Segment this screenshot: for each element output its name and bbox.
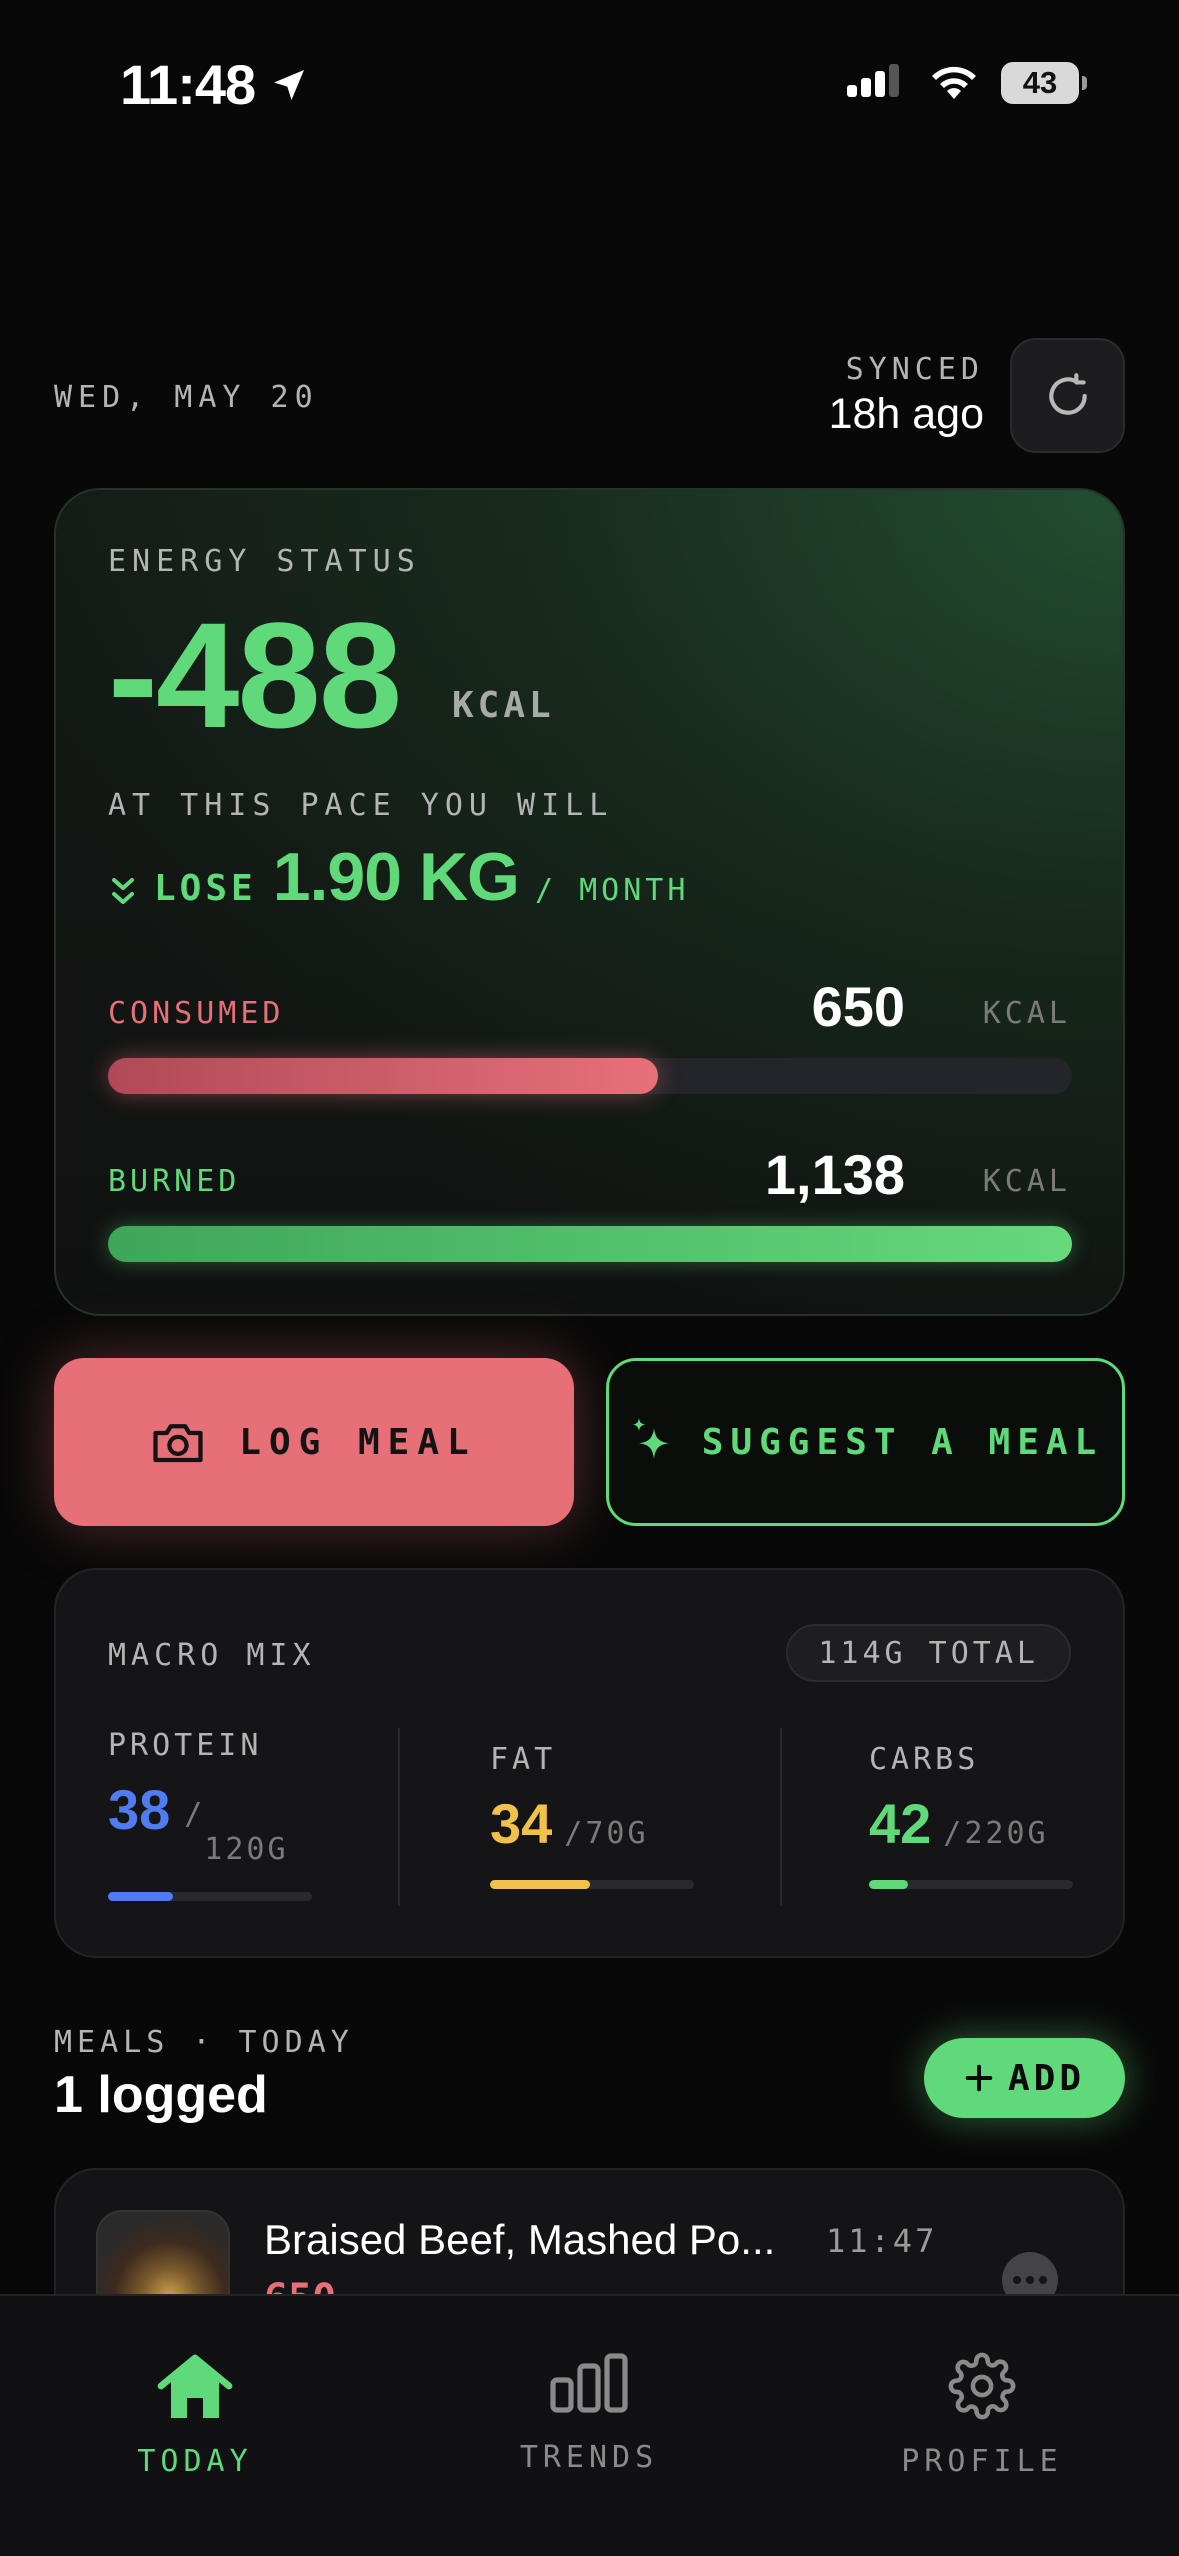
add-meal-label: ADD: [1007, 2057, 1086, 2099]
consumed-unit: KCAL: [982, 996, 1071, 1031]
fat-label: FAT: [490, 1742, 557, 1777]
energy-status-label: ENERGY STATUS: [108, 544, 421, 579]
add-meal-button[interactable]: ADD: [924, 2038, 1125, 2118]
pace-label: AT THIS PACE YOU WILL: [108, 788, 614, 823]
burned-progress-track: [108, 1226, 1072, 1262]
fat-target: /70G: [564, 1816, 649, 1851]
status-time-text: 11:48: [120, 53, 256, 116]
protein-progress-bar: [108, 1892, 174, 1901]
tab-trends[interactable]: TRENDS: [459, 2352, 719, 2475]
double-chevron-down-icon: [112, 878, 134, 904]
suggest-meal-label: SUGGEST A MEAL: [701, 1421, 1104, 1463]
suggest-meal-button[interactable]: SUGGEST A MEAL: [606, 1358, 1125, 1526]
fat-value: 34: [490, 1792, 553, 1855]
consumed-progress-track: [108, 1058, 1072, 1094]
plus-icon: [965, 2064, 993, 2092]
carbs-target: /220G: [943, 1816, 1049, 1851]
refresh-button[interactable]: [1010, 338, 1125, 453]
macro-mix-title: MACRO MIX: [108, 1638, 316, 1673]
wifi-icon: [932, 66, 976, 99]
battery-indicator: 43: [1001, 62, 1087, 104]
bar-chart-icon: [550, 2353, 628, 2413]
fat-progress-bar: [490, 1880, 590, 1889]
burned-progress-bar: [108, 1226, 1072, 1262]
protein-label: PROTEIN: [108, 1728, 263, 1763]
camera-icon: [153, 1424, 203, 1463]
pace-projection: LOSE 1.90 KG / MONTH: [108, 838, 689, 916]
meals-section-label: MEALS · TODAY: [54, 2025, 354, 2060]
pace-unit: / MONTH: [534, 873, 690, 908]
meals-count: 1 logged: [54, 2066, 268, 2124]
burned-unit: KCAL: [982, 1164, 1071, 1199]
protein-target: 120G: [204, 1832, 289, 1867]
protein-progress-track: [108, 1892, 312, 1901]
energy-value: -488: [108, 591, 402, 759]
macro-fat: FAT 34 /70G: [490, 1742, 649, 1856]
meal-name: Braised Beef, Mashed Po...: [264, 2216, 776, 2263]
status-indicators: 43: [847, 62, 1087, 104]
tab-today[interactable]: TODAY: [65, 2352, 325, 2479]
burned-label: BURNED: [108, 1164, 241, 1199]
meal-time: 11:47: [826, 2222, 938, 2260]
macro-total-badge: 114G TOTAL: [786, 1624, 1071, 1682]
pace-action: LOSE: [154, 868, 257, 909]
energy-status-card: ENERGY STATUS -488 KCAL AT THIS PACE YOU…: [54, 488, 1125, 1316]
carbs-progress-track: [869, 1880, 1073, 1889]
fat-progress-track: [490, 1880, 694, 1889]
more-dot: [1026, 2276, 1034, 2284]
cellular-signal-icon: [847, 64, 899, 97]
macro-mix-card: MACRO MIX 114G TOTAL PROTEIN 38 / 120G F…: [54, 1568, 1125, 1958]
protein-slash: /: [184, 1797, 206, 1832]
tab-profile-label: PROFILE: [901, 2444, 1063, 2479]
consumed-progress-bar: [108, 1058, 659, 1094]
carbs-label: CARBS: [869, 1742, 980, 1777]
tab-bar: TODAY TRENDS PROFILE: [0, 2294, 1179, 2556]
carbs-value: 42: [869, 1792, 932, 1855]
carbs-progress-bar: [869, 1880, 908, 1889]
location-arrow-icon: [274, 69, 305, 100]
more-dot: [1013, 2276, 1021, 2284]
home-icon: [157, 2354, 233, 2418]
tab-trends-label: TRENDS: [519, 2440, 659, 2475]
tab-profile[interactable]: PROFILE: [852, 2352, 1112, 2479]
tab-today-label: TODAY: [137, 2444, 253, 2479]
energy-unit: KCAL: [452, 685, 555, 726]
synced-label: SYNCED: [845, 352, 984, 387]
macro-protein: PROTEIN 38 / 120G: [108, 1728, 289, 1867]
consumed-label: CONSUMED: [108, 996, 285, 1031]
refresh-icon: [1048, 372, 1087, 415]
status-time: 11:48: [120, 52, 309, 117]
macro-carbs: CARBS 42 /220G: [869, 1742, 1049, 1856]
burned-value: 1,138: [764, 1143, 905, 1206]
gear-icon: [948, 2352, 1016, 2420]
header-date: WED, MAY 20: [54, 380, 319, 415]
protein-value: 38: [108, 1778, 171, 1841]
sparkle-icon: [632, 1418, 669, 1459]
synced-value: 18h ago: [828, 390, 984, 438]
consumed-value: 650: [811, 975, 905, 1038]
log-meal-button[interactable]: LOG MEAL: [54, 1358, 574, 1526]
macro-divider: [398, 1728, 400, 1906]
more-dot: [1039, 2276, 1047, 2284]
macro-divider: [780, 1728, 782, 1906]
pace-value: 1.90 KG: [272, 839, 520, 915]
log-meal-label: LOG MEAL: [239, 1421, 477, 1463]
battery-level: 43: [1022, 65, 1058, 100]
